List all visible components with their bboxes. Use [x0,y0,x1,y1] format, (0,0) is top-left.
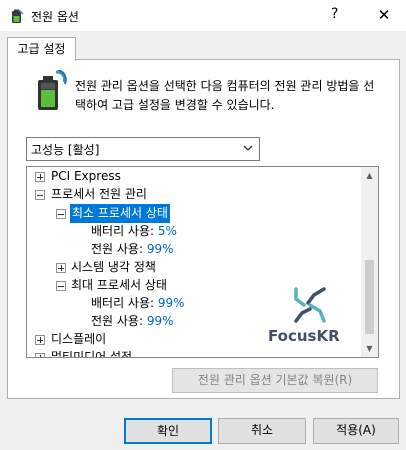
description-text: 전원 관리 옵션을 선택한 다음 컴퓨터의 전원 관리 방법을 선택하여 고급 … [75,79,375,112]
chevron-down-icon [243,145,253,151]
setting-value[interactable]: 99% [147,314,174,328]
cancel-button[interactable]: 취소 [218,418,306,444]
setting-label: 전원 사용: [91,314,144,328]
scroll-up-icon[interactable]: ▲ [361,167,378,184]
tree-item-label: 프로세서 전원 관리 [51,187,147,201]
watermark-text: FocusKR [268,327,340,345]
power-options-icon [12,9,24,23]
tree-item-max-plugged[interactable]: 전원 사용: 99% [91,312,174,331]
tree-item-min-plugged[interactable]: 전원 사용: 99% [91,240,174,259]
expand-icon[interactable] [35,172,45,182]
tree-item-label: PCI Express [51,169,121,183]
collapse-icon[interactable] [56,281,66,291]
scroll-down-icon[interactable]: ▼ [361,340,378,357]
expand-icon[interactable] [35,353,45,357]
apply-button[interactable]: 적용(A) [313,418,399,444]
setting-label: 배터리 사용: [91,296,155,310]
scrollbar-thumb[interactable] [365,260,374,334]
tab-advanced-settings[interactable]: 고급 설정 [7,37,76,61]
expand-icon[interactable] [56,263,66,273]
expand-icon[interactable] [35,335,45,345]
setting-label: 전원 사용: [91,242,144,256]
tree-item-label: 시스템 냉각 정책 [71,260,156,274]
tree-item-min-battery[interactable]: 배터리 사용: 5% [91,222,177,241]
setting-label: 배터리 사용: [91,224,155,238]
power-plan-value: 고성능 [활성] [31,143,100,157]
tree-item-label: 디스플레이 [51,332,107,346]
tree-item-label: 멀티미디어 설정 [51,350,133,358]
help-button[interactable]: ? [331,6,338,22]
tree-item-max-battery[interactable]: 배터리 사용: 99% [91,294,185,313]
restore-defaults-button[interactable]: 전원 관리 옵션 기본값 복원(R) [172,368,378,393]
focuskr-watermark: FocusKR [266,283,352,349]
setting-value[interactable]: 99% [158,296,185,310]
tree-item-label-selected: 최소 프로세서 상태 [70,204,170,223]
collapse-icon[interactable] [35,190,45,200]
power-plan-dropdown[interactable]: 고성능 [활성] [26,137,260,161]
collapse-icon[interactable] [56,209,66,219]
tab-label: 고급 설정 [17,42,66,56]
window-title: 전원 옵션 [31,10,79,24]
ok-button[interactable]: 확인 [124,418,212,444]
close-button[interactable]: ✕ [369,4,399,26]
tree-scrollbar[interactable]: ▲ ▼ [361,167,378,357]
setting-value[interactable]: 99% [147,242,174,256]
battery-power-icon [38,70,67,110]
watermark-logo-icon [294,287,326,323]
setting-value[interactable]: 5% [158,224,177,238]
tree-item-label: 최대 프로세서 상태 [71,278,167,292]
